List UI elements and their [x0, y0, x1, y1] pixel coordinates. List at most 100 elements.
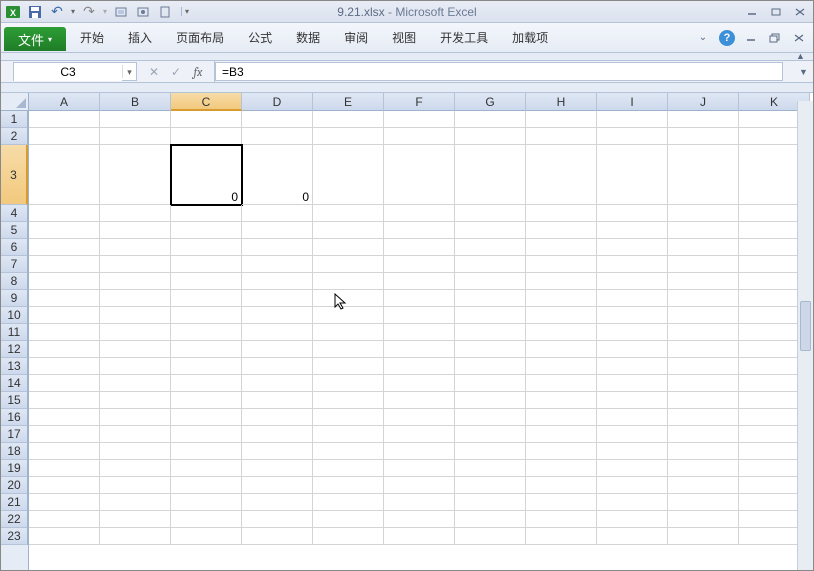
cell-B5[interactable]: [100, 222, 171, 239]
cell-D6[interactable]: [242, 239, 313, 256]
cell-G16[interactable]: [455, 409, 526, 426]
cell-J11[interactable]: [668, 324, 739, 341]
cell-D13[interactable]: [242, 358, 313, 375]
cell-J17[interactable]: [668, 426, 739, 443]
cell-B19[interactable]: [100, 460, 171, 477]
cell-A2[interactable]: [29, 128, 100, 145]
column-header-C[interactable]: C: [171, 93, 242, 111]
cell-C23[interactable]: [171, 528, 242, 545]
cell-C11[interactable]: [171, 324, 242, 341]
cell-A11[interactable]: [29, 324, 100, 341]
undo-dropdown-icon[interactable]: ▾: [71, 7, 75, 16]
cell-F19[interactable]: [384, 460, 455, 477]
cell-D10[interactable]: [242, 307, 313, 324]
cell-H15[interactable]: [526, 392, 597, 409]
cell-E4[interactable]: [313, 205, 384, 222]
cell-A6[interactable]: [29, 239, 100, 256]
cell-G11[interactable]: [455, 324, 526, 341]
cell-B7[interactable]: [100, 256, 171, 273]
formula-bar-scroll-up-icon[interactable]: ▲: [796, 51, 810, 61]
qat-tool-icon-3[interactable]: [157, 4, 173, 20]
ribbon-tab-2[interactable]: 页面布局: [164, 23, 236, 52]
cell-H16[interactable]: [526, 409, 597, 426]
cell-I14[interactable]: [597, 375, 668, 392]
cell-G21[interactable]: [455, 494, 526, 511]
row-header-4[interactable]: 4: [1, 205, 28, 222]
cell-B9[interactable]: [100, 290, 171, 307]
cell-G3[interactable]: [455, 145, 526, 205]
cell-G22[interactable]: [455, 511, 526, 528]
cell-J4[interactable]: [668, 205, 739, 222]
cell-J14[interactable]: [668, 375, 739, 392]
cells-area[interactable]: 00: [29, 111, 813, 570]
cell-D14[interactable]: [242, 375, 313, 392]
cell-D23[interactable]: [242, 528, 313, 545]
cell-I6[interactable]: [597, 239, 668, 256]
cell-B2[interactable]: [100, 128, 171, 145]
ribbon-tab-8[interactable]: 加载项: [500, 23, 560, 52]
cell-H3[interactable]: [526, 145, 597, 205]
row-header-19[interactable]: 19: [1, 460, 28, 477]
cell-J7[interactable]: [668, 256, 739, 273]
cell-B16[interactable]: [100, 409, 171, 426]
column-header-A[interactable]: A: [29, 93, 100, 111]
cell-B3[interactable]: [100, 145, 171, 205]
cell-H9[interactable]: [526, 290, 597, 307]
cell-A20[interactable]: [29, 477, 100, 494]
cell-C18[interactable]: [171, 443, 242, 460]
cell-H14[interactable]: [526, 375, 597, 392]
column-header-I[interactable]: I: [597, 93, 668, 111]
name-box-dropdown-icon[interactable]: ▾: [122, 65, 136, 78]
cell-D15[interactable]: [242, 392, 313, 409]
cell-A10[interactable]: [29, 307, 100, 324]
cell-E7[interactable]: [313, 256, 384, 273]
cell-A18[interactable]: [29, 443, 100, 460]
cell-B4[interactable]: [100, 205, 171, 222]
column-header-H[interactable]: H: [526, 93, 597, 111]
cell-J15[interactable]: [668, 392, 739, 409]
scrollbar-thumb[interactable]: [800, 301, 811, 351]
qat-tool-icon-1[interactable]: [113, 4, 129, 20]
cell-H6[interactable]: [526, 239, 597, 256]
cell-C17[interactable]: [171, 426, 242, 443]
cell-F4[interactable]: [384, 205, 455, 222]
row-header-7[interactable]: 7: [1, 256, 28, 273]
cell-A15[interactable]: [29, 392, 100, 409]
cell-G18[interactable]: [455, 443, 526, 460]
cell-E18[interactable]: [313, 443, 384, 460]
cell-D21[interactable]: [242, 494, 313, 511]
cell-G4[interactable]: [455, 205, 526, 222]
cell-D4[interactable]: [242, 205, 313, 222]
cell-H12[interactable]: [526, 341, 597, 358]
cell-E17[interactable]: [313, 426, 384, 443]
cell-A3[interactable]: [29, 145, 100, 205]
cell-D8[interactable]: [242, 273, 313, 290]
cell-E12[interactable]: [313, 341, 384, 358]
close-icon[interactable]: [791, 5, 809, 19]
cell-H22[interactable]: [526, 511, 597, 528]
cell-A8[interactable]: [29, 273, 100, 290]
insert-function-icon[interactable]: fx: [190, 65, 206, 79]
cell-J13[interactable]: [668, 358, 739, 375]
cell-C20[interactable]: [171, 477, 242, 494]
cell-J22[interactable]: [668, 511, 739, 528]
column-header-J[interactable]: J: [668, 93, 739, 111]
cell-F23[interactable]: [384, 528, 455, 545]
cell-I11[interactable]: [597, 324, 668, 341]
cell-A19[interactable]: [29, 460, 100, 477]
cell-B21[interactable]: [100, 494, 171, 511]
cell-A12[interactable]: [29, 341, 100, 358]
cell-H20[interactable]: [526, 477, 597, 494]
cell-G19[interactable]: [455, 460, 526, 477]
cell-F20[interactable]: [384, 477, 455, 494]
formula-input[interactable]: [215, 62, 783, 81]
select-all-cell[interactable]: [1, 93, 29, 111]
cell-G20[interactable]: [455, 477, 526, 494]
cell-E6[interactable]: [313, 239, 384, 256]
workbook-close-icon[interactable]: [791, 30, 807, 46]
cell-C15[interactable]: [171, 392, 242, 409]
cell-C12[interactable]: [171, 341, 242, 358]
cell-I15[interactable]: [597, 392, 668, 409]
cell-I19[interactable]: [597, 460, 668, 477]
cell-E3[interactable]: [313, 145, 384, 205]
